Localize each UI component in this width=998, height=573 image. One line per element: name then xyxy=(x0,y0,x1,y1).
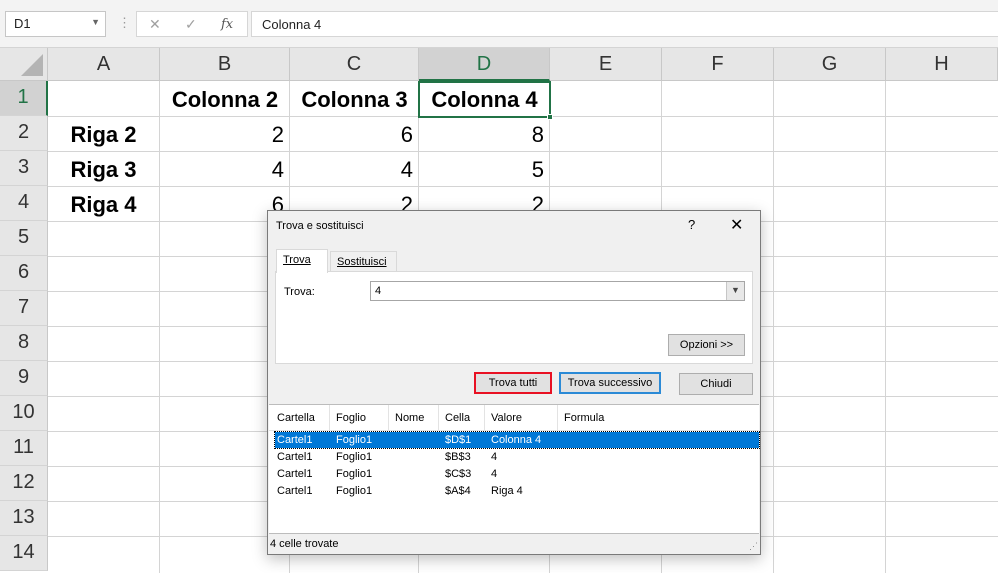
result-workbook: Cartel1 xyxy=(277,451,313,463)
insert-function-icon[interactable]: fx xyxy=(221,17,233,32)
result-cell: $C$3 xyxy=(445,468,472,480)
column-header-e[interactable]: E xyxy=(550,48,662,81)
find-replace-dialog: Trova e sostituisci ? ✕ Trova Sostituisc… xyxy=(267,210,761,555)
column-header-b[interactable]: B xyxy=(160,48,290,81)
row-header-14[interactable]: 14 xyxy=(0,536,48,571)
result-sheet: Foglio1 xyxy=(336,485,373,497)
row-header-12[interactable]: 12 xyxy=(0,466,48,501)
result-sheet: Foglio1 xyxy=(336,434,373,446)
cell-c2[interactable]: 6 xyxy=(290,118,419,153)
chevron-down-icon[interactable]: ▼ xyxy=(726,282,744,300)
col-header-sheet[interactable]: Foglio xyxy=(336,412,366,424)
col-header-value[interactable]: Valore xyxy=(491,412,522,424)
find-next-button[interactable]: Trova successivo xyxy=(559,372,661,394)
fill-handle[interactable] xyxy=(547,114,553,120)
name-box[interactable]: D1 ▼ xyxy=(5,11,106,37)
formula-buttons: ✕ ✓ fx xyxy=(136,11,248,37)
tab-replace[interactable]: Sostituisci xyxy=(330,251,397,273)
cancel-icon[interactable]: ✕ xyxy=(149,16,161,33)
find-label: Trova: xyxy=(284,286,315,298)
select-all-button[interactable] xyxy=(0,48,48,81)
result-row[interactable]: Cartel1 Foglio1 $B$3 4 xyxy=(275,449,759,465)
result-sheet: Foglio1 xyxy=(336,451,373,463)
find-input[interactable]: 4 ▼ xyxy=(370,281,745,301)
result-workbook: Cartel1 xyxy=(277,468,313,480)
column-header-h[interactable]: H xyxy=(886,48,998,81)
col-header-cell[interactable]: Cella xyxy=(445,412,470,424)
options-button[interactable]: Opzioni >> xyxy=(668,334,745,356)
row-header-6[interactable]: 6 xyxy=(0,256,48,291)
result-workbook: Cartel1 xyxy=(277,485,313,497)
result-value: Riga 4 xyxy=(491,485,523,497)
row-header-11[interactable]: 11 xyxy=(0,431,48,466)
result-cell: $B$3 xyxy=(445,451,471,463)
row-header-1[interactable]: 1 xyxy=(0,81,48,116)
column-header-g[interactable]: G xyxy=(774,48,886,81)
row-header-5[interactable]: 5 xyxy=(0,221,48,256)
find-panel: Trova: 4 ▼ Opzioni >> xyxy=(275,271,753,364)
result-workbook: Cartel1 xyxy=(277,434,313,446)
status-text: 4 celle trovate xyxy=(270,538,339,550)
cell-d2[interactable]: 8 xyxy=(419,118,550,153)
chevron-down-icon[interactable]: ▼ xyxy=(91,17,100,27)
result-value: Colonna 4 xyxy=(491,434,542,446)
cell-a3[interactable]: Riga 3 xyxy=(48,153,159,188)
enter-icon[interactable]: ✓ xyxy=(185,16,197,33)
close-icon[interactable]: ✕ xyxy=(730,215,743,235)
cell-b2[interactable]: 2 xyxy=(160,118,290,153)
tab-find[interactable]: Trova xyxy=(276,249,328,273)
formula-input[interactable]: Colonna 4 xyxy=(251,11,998,37)
more-options-icon: ⋮ xyxy=(118,15,131,30)
result-sheet: Foglio1 xyxy=(336,468,373,480)
name-box-value: D1 xyxy=(14,16,31,31)
result-row[interactable]: Cartel1 Foglio1 $D$1 Colonna 4 xyxy=(274,431,760,449)
col-header-name[interactable]: Nome xyxy=(395,412,424,424)
column-header-c[interactable]: C xyxy=(290,48,419,81)
active-cell-border xyxy=(418,81,553,120)
row-header-10[interactable]: 10 xyxy=(0,396,48,431)
tab-replace-label: Sostituisci xyxy=(337,256,387,268)
col-header-workbook[interactable]: Cartella xyxy=(277,412,315,424)
cell-a2[interactable]: Riga 2 xyxy=(48,118,159,153)
cell-a4[interactable]: Riga 4 xyxy=(48,188,159,223)
row-header-3[interactable]: 3 xyxy=(0,151,48,186)
result-cell: $D$1 xyxy=(445,434,472,446)
results-list[interactable]: Cartella Foglio Nome Cella Valore Formul… xyxy=(269,404,760,534)
row-header-4[interactable]: 4 xyxy=(0,186,48,221)
result-cell: $A$4 xyxy=(445,485,471,497)
row-header-8[interactable]: 8 xyxy=(0,326,48,361)
result-value: 4 xyxy=(491,468,498,480)
cell-b3[interactable]: 4 xyxy=(160,153,290,188)
result-value: 4 xyxy=(491,451,498,463)
close-button[interactable]: Chiudi xyxy=(679,373,753,395)
cell-c1[interactable]: Colonna 3 xyxy=(290,83,419,118)
row-header-7[interactable]: 7 xyxy=(0,291,48,326)
dialog-title: Trova e sostituisci xyxy=(276,220,364,232)
help-icon[interactable]: ? xyxy=(688,217,695,232)
results-header: Cartella Foglio Nome Cella Valore Formul… xyxy=(269,405,759,431)
col-header-formula[interactable]: Formula xyxy=(564,412,604,424)
row-header-13[interactable]: 13 xyxy=(0,501,48,536)
row-header-9[interactable]: 9 xyxy=(0,361,48,396)
column-header-a[interactable]: A xyxy=(48,48,160,81)
find-input-value: 4 xyxy=(375,285,382,297)
tab-find-label: Trova xyxy=(283,254,311,266)
row-header-2[interactable]: 2 xyxy=(0,116,48,151)
cell-b1[interactable]: Colonna 2 xyxy=(160,83,290,118)
cell-d3[interactable]: 5 xyxy=(419,153,550,188)
find-all-button[interactable]: Trova tutti xyxy=(474,372,552,394)
result-row[interactable]: Cartel1 Foglio1 $C$3 4 xyxy=(275,466,759,482)
formula-bar: D1 ▼ ⋮ ✕ ✓ fx Colonna 4 xyxy=(0,0,998,48)
result-row[interactable]: Cartel1 Foglio1 $A$4 Riga 4 xyxy=(275,483,759,499)
column-header-d[interactable]: D xyxy=(419,48,550,81)
cell-c3[interactable]: 4 xyxy=(290,153,419,188)
resize-grip-icon[interactable]: ⋰ xyxy=(749,541,758,552)
column-header-f[interactable]: F xyxy=(662,48,774,81)
